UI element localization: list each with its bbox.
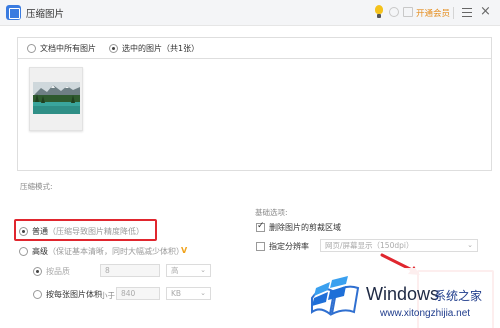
size-value-input[interactable]: 840 [116, 287, 160, 300]
app-icon [6, 5, 21, 20]
chevron-down-icon: ⌄ [467, 241, 473, 249]
size-unit-select[interactable]: KB ⌄ [166, 287, 211, 300]
watermark-brand: Windows [366, 284, 440, 304]
watermark-cn: 系统之家 [434, 289, 483, 303]
basic-options-label: 基础选项: [255, 208, 288, 217]
chevron-down-icon: ⌄ [200, 289, 206, 297]
quality-level-select[interactable]: 高 ⌄ [166, 264, 211, 277]
bulb-icon[interactable] [373, 5, 385, 19]
chevron-down-icon: ⌄ [200, 266, 206, 274]
size-prefix-label: 小于 [100, 291, 115, 300]
landscape-image [33, 82, 80, 114]
vip-badge-icon: V [181, 246, 188, 255]
mode-advanced-option[interactable]: 高级（保证基本清晰，同时大幅减少体积） [19, 246, 184, 257]
delete-crop-label: 删除图片的剪裁区域 [269, 223, 341, 232]
radio-icon[interactable] [33, 267, 42, 276]
title-bar: 压缩图片 开通会员 × [0, 0, 500, 26]
quality-value-input[interactable]: 8 [100, 264, 160, 277]
delete-crop-checkbox[interactable] [256, 221, 265, 232]
by-quality-option[interactable]: 按品质 [33, 266, 70, 277]
highlight-box-normal [14, 219, 157, 241]
vip-link[interactable]: 开通会员 [416, 7, 450, 19]
watermark-url: www.xitongzhijia.net [380, 308, 471, 319]
scope-option-all[interactable]: 文档中所有图片 [27, 43, 96, 54]
resolution-select[interactable]: 网页/屏幕显示（150dpi） ⌄ [320, 239, 478, 252]
radio-icon[interactable] [33, 290, 42, 299]
preview-area [17, 59, 492, 171]
scope-bar: 文档中所有图片 选中的图片（共1张） [17, 37, 492, 59]
resolution-label: 指定分辨率 [269, 242, 309, 251]
divider [453, 7, 454, 19]
image-thumbnail[interactable] [29, 67, 83, 131]
by-size-option[interactable]: 按每张图片体积 [33, 289, 102, 300]
resolution-checkbox[interactable] [256, 242, 265, 251]
watermark: Windows 系统之家 www.xitongzhijia.net [300, 268, 500, 328]
window-title: 压缩图片 [26, 9, 65, 20]
close-icon[interactable]: × [480, 4, 491, 20]
scope-option-selected[interactable]: 选中的图片（共1张） [109, 43, 199, 54]
coin-icon[interactable] [389, 7, 399, 17]
gift-icon[interactable] [403, 7, 413, 17]
windows-logo-icon [311, 276, 360, 316]
radio-icon[interactable] [109, 44, 118, 53]
menu-icon[interactable] [462, 8, 472, 17]
compress-mode-label: 压缩模式: [20, 182, 53, 191]
radio-icon[interactable] [19, 247, 28, 256]
radio-icon[interactable] [27, 44, 36, 53]
